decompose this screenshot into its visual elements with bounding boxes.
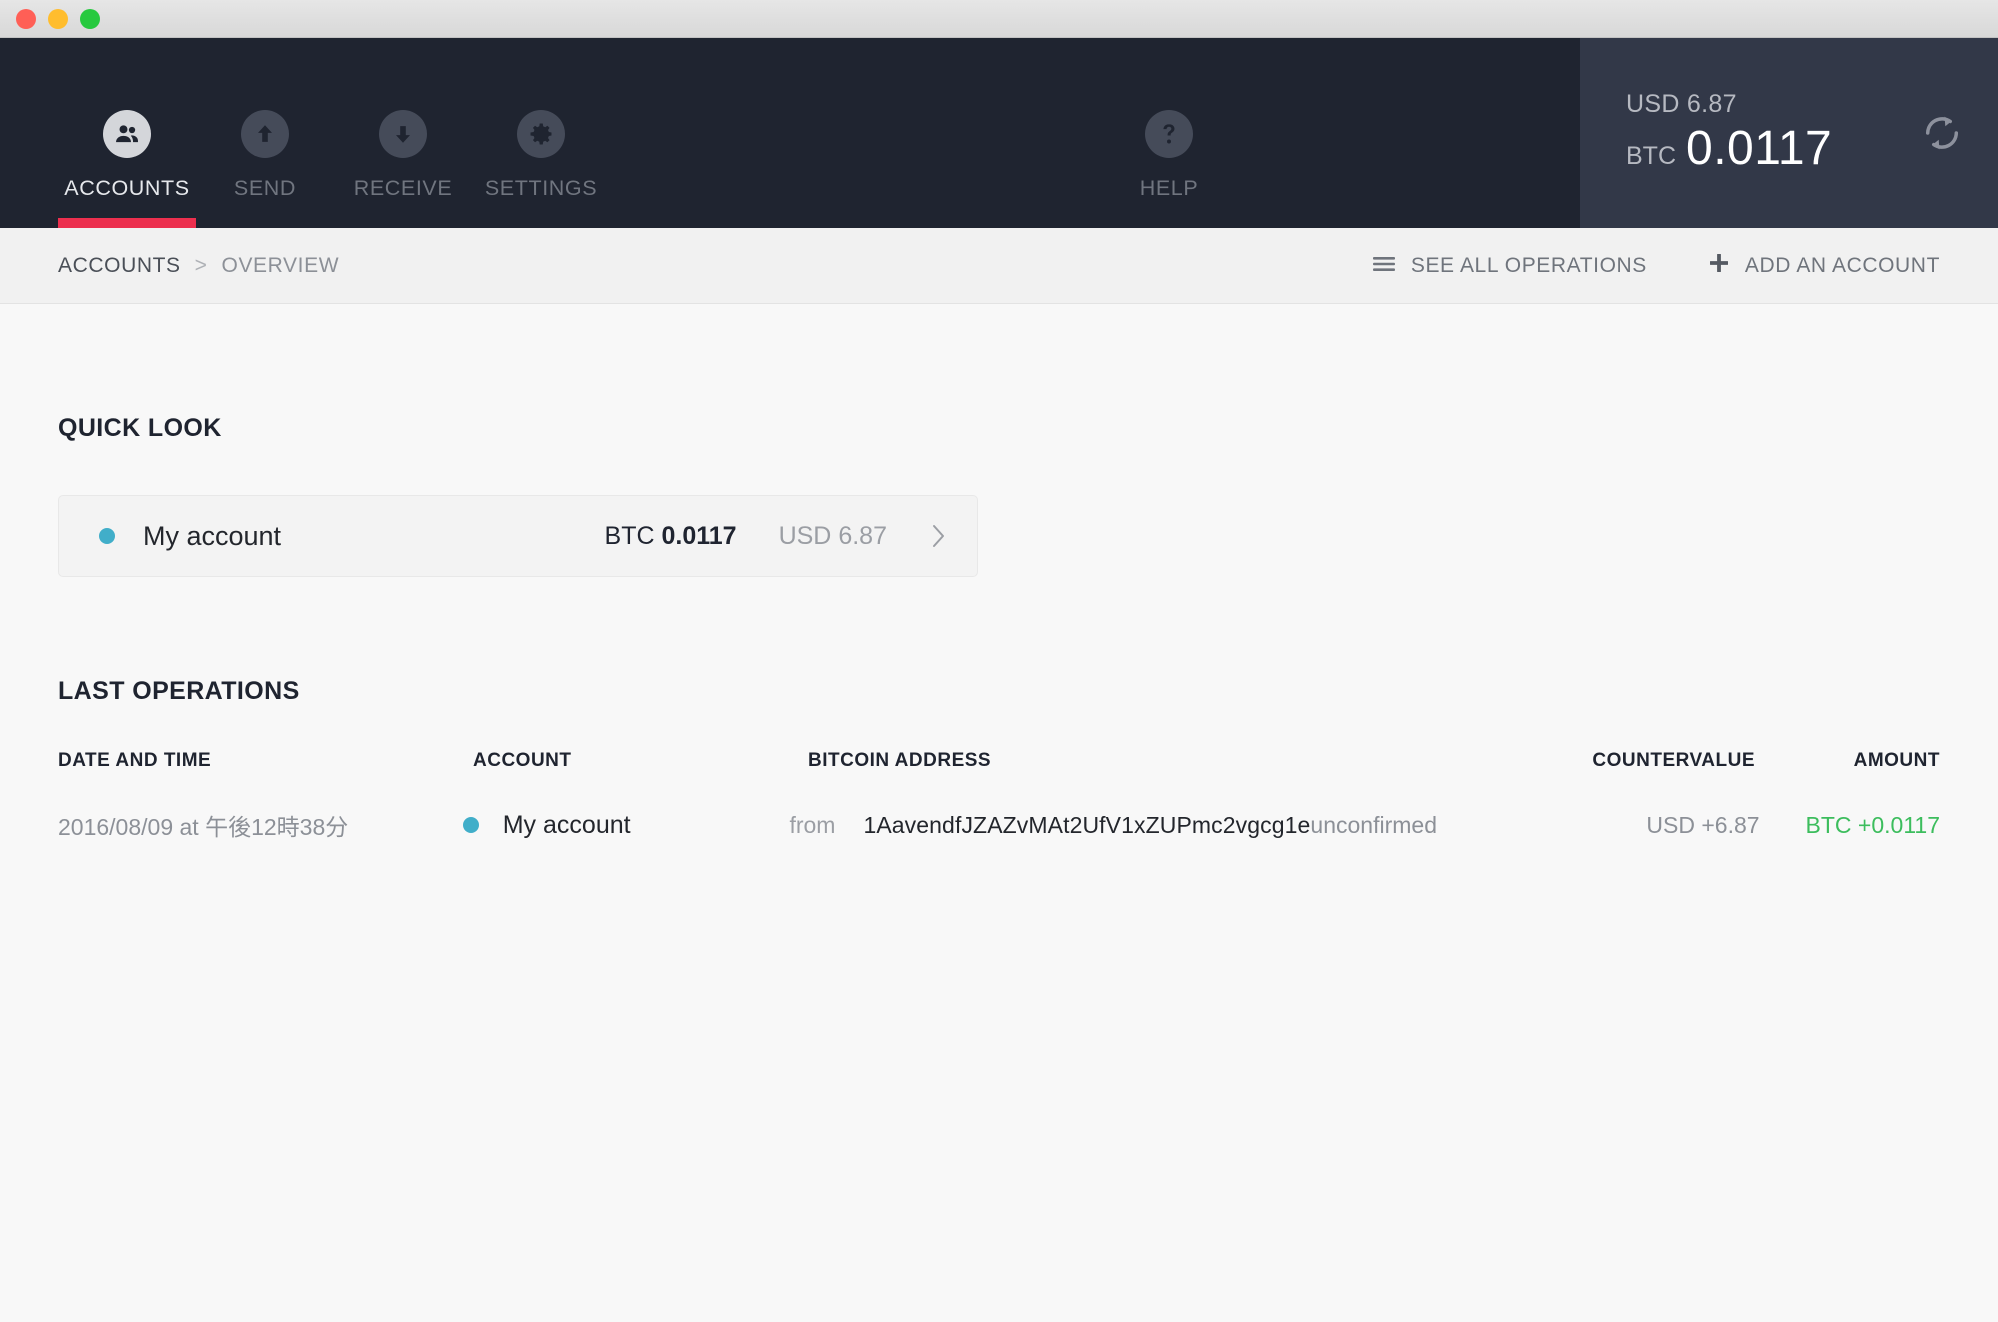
operation-address-cell: from 1AavendfJZAZvMAt2UfV1xZUPmc2vgcg1e … [789, 812, 1467, 839]
window-titlebar [0, 0, 1998, 38]
breadcrumb-actions: SEE ALL OPERATIONS ADD AN ACCOUNT [1372, 253, 1940, 279]
nav-label-settings: SETTINGS [484, 176, 598, 200]
quick-look-section: QUICK LOOK My account BTC 0.0117 USD 6.8… [58, 414, 1940, 577]
active-tab-indicator [58, 218, 196, 228]
account-btc-balance: BTC 0.0117 [605, 522, 737, 551]
operation-amount: BTC +0.0117 [1805, 811, 1940, 838]
status-badge: unconfirmed [1310, 811, 1437, 838]
breadcrumb: ACCOUNTS > OVERVIEW [58, 254, 339, 278]
nav-label-help: HELP [1139, 176, 1199, 200]
account-btc-label: BTC [604, 521, 655, 550]
last-operations-title: LAST OPERATIONS [58, 677, 300, 705]
top-navigation-bar: ACCOUNTS SEND RECEIVE SETTINGS HELP USD … [0, 38, 1998, 228]
account-btc-value: 0.0117 [661, 521, 737, 550]
maximize-window-button[interactable] [80, 8, 100, 29]
nav-item-help[interactable]: HELP [1100, 110, 1238, 201]
question-mark-icon [1145, 110, 1193, 158]
traffic-light-buttons [16, 8, 100, 29]
column-header-account: ACCOUNT [473, 750, 572, 771]
operation-countervalue: USD +6.87 [1646, 811, 1760, 838]
see-all-operations-button[interactable]: SEE ALL OPERATIONS [1372, 253, 1647, 278]
arrow-up-icon [241, 110, 289, 158]
operation-datetime: 2016/08/09 at 午後12時38分 [58, 814, 349, 840]
balance-texts: USD 6.87 BTC 0.0117 [1626, 90, 1900, 176]
column-header-address: BITCOIN ADDRESS [808, 750, 992, 771]
account-fiat-balance: USD 6.87 [779, 522, 887, 551]
account-color-dot [462, 817, 479, 833]
balance-crypto-value: 0.0117 [1686, 122, 1833, 175]
hamburger-icon [1372, 254, 1395, 278]
nav-label-receive: RECEIVE [353, 176, 453, 200]
column-header-amount: AMOUNT [1853, 750, 1940, 771]
breadcrumb-root[interactable]: ACCOUNTS [58, 254, 181, 278]
nav-item-settings[interactable]: SETTINGS [472, 110, 610, 201]
account-color-dot [99, 528, 115, 544]
plus-icon [1709, 253, 1729, 279]
nav-items-group: ACCOUNTS SEND RECEIVE SETTINGS HELP [0, 38, 1580, 228]
account-name: My account [143, 520, 282, 551]
quick-look-title: QUICK LOOK [58, 414, 222, 442]
nav-item-send[interactable]: SEND [196, 110, 334, 201]
close-window-button[interactable] [16, 8, 36, 29]
add-an-account-label: ADD AN ACCOUNT [1744, 253, 1940, 277]
balance-crypto-unit: BTC [1626, 142, 1676, 170]
arrow-down-icon [379, 110, 427, 158]
chevron-right-icon[interactable] [931, 523, 947, 549]
balance-crypto-line: BTC 0.0117 [1626, 121, 1900, 176]
gear-icon [517, 110, 565, 158]
see-all-operations-label: SEE ALL OPERATIONS [1410, 253, 1647, 277]
breadcrumb-current: OVERVIEW [221, 253, 340, 277]
account-card[interactable]: My account BTC 0.0117 USD 6.87 [58, 495, 978, 577]
column-header-date: DATE AND TIME [58, 750, 212, 771]
add-an-account-button[interactable]: ADD AN ACCOUNT [1709, 253, 1940, 279]
operation-direction: from [789, 811, 836, 838]
operation-account: My account [462, 810, 790, 840]
operation-bitcoin-address[interactable]: 1AavendfJZAZvMAt2UfV1xZUPmc2vgcg1e [863, 812, 1310, 839]
main-content: QUICK LOOK My account BTC 0.0117 USD 6.8… [0, 304, 1998, 842]
table-row[interactable]: 2016/08/09 at 午後12時38分 My account from 1… [58, 808, 1940, 842]
operations-table: DATE AND TIME ACCOUNT BITCOIN ADDRESS CO… [58, 750, 1940, 842]
account-fiat-label: USD [778, 521, 832, 550]
nav-item-receive[interactable]: RECEIVE [334, 110, 472, 201]
balance-fiat-line: USD 6.87 [1626, 90, 1737, 118]
operation-account-name: My account [502, 810, 631, 839]
operations-table-header: DATE AND TIME ACCOUNT BITCOIN ADDRESS CO… [58, 750, 1940, 772]
last-operations-section: LAST OPERATIONS DATE AND TIME ACCOUNT BI… [58, 677, 1940, 842]
breadcrumb-bar: ACCOUNTS > OVERVIEW SEE ALL OPERATIONS A [0, 228, 1998, 304]
sync-refresh-icon[interactable] [1920, 111, 1964, 155]
column-header-countervalue: COUNTERVALUE [1592, 750, 1755, 771]
nav-label-send: SEND [233, 176, 297, 200]
nav-label-accounts: ACCOUNTS [64, 176, 190, 200]
balance-panel: USD 6.87 BTC 0.0117 [1580, 38, 1998, 228]
account-fiat-value: 6.87 [838, 521, 887, 550]
people-icon [103, 110, 151, 158]
nav-item-accounts[interactable]: ACCOUNTS [58, 110, 196, 201]
minimize-window-button[interactable] [48, 8, 68, 29]
breadcrumb-separator: > [194, 253, 208, 277]
